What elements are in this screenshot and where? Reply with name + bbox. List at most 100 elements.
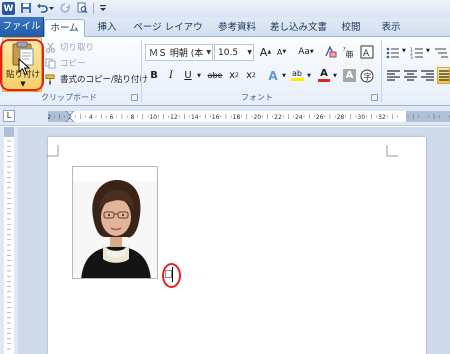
ruler-number: 8	[130, 114, 134, 121]
font-size-combo[interactable]: 10.5 ▼	[214, 44, 254, 61]
copy-icon	[45, 58, 56, 68]
tab-insert[interactable]: 挿入	[93, 19, 121, 37]
copy-button[interactable]: コピー	[45, 56, 86, 70]
chevron-down-icon: ▼	[206, 49, 211, 56]
underline-button[interactable]: U	[181, 68, 195, 83]
font-color-dropdown-icon[interactable]: ▼	[331, 68, 339, 83]
font-color-button[interactable]: A	[317, 68, 331, 83]
tab-page-layout[interactable]: ページ レイアウト	[129, 19, 207, 50]
tab-file[interactable]: ファイル	[0, 17, 44, 37]
customize-dropdown-icon[interactable]	[97, 2, 109, 14]
ruler-number: 20	[253, 114, 261, 121]
multilevel-list-icon[interactable]	[434, 46, 449, 60]
format-painter-icon	[45, 74, 55, 84]
highlight-color-swatch	[290, 78, 304, 81]
toolbar-separator	[93, 3, 94, 14]
change-case-button[interactable]: Aa ▼	[296, 44, 316, 60]
ruler-number: 12	[170, 114, 178, 121]
italic-button[interactable]: I	[164, 68, 178, 83]
cut-label: 切り取り	[60, 43, 95, 53]
save-icon[interactable]	[20, 2, 32, 14]
enclose-characters-icon[interactable]: A	[359, 44, 375, 60]
group-divider	[381, 40, 382, 102]
align-center-icon[interactable]	[403, 69, 418, 83]
superscript-button[interactable]: x2	[244, 68, 258, 83]
ruler-number: 32	[378, 114, 386, 121]
svg-text:字: 字	[364, 71, 372, 81]
change-case-label: Aa	[298, 47, 310, 57]
grow-font-label: A	[259, 45, 268, 59]
ruler-number: 14	[191, 114, 199, 121]
character-shading-button[interactable]: A	[343, 69, 356, 82]
clipboard-launcher-icon[interactable]	[131, 94, 138, 101]
print-preview-icon[interactable]	[76, 2, 88, 14]
chevron-down-icon: ▼	[309, 49, 314, 55]
highlight-button[interactable]: ab	[289, 68, 305, 83]
chevron-down-icon: ▼	[247, 49, 252, 56]
align-left-icon[interactable]	[386, 69, 401, 83]
ruler-number: 26	[316, 114, 324, 121]
font-group-label: フォント	[241, 93, 273, 102]
scissors-icon	[45, 42, 56, 53]
word-app-icon[interactable]: W	[2, 2, 15, 15]
svg-text:A: A	[363, 49, 370, 59]
underline-dropdown-icon[interactable]: ▼	[195, 68, 203, 83]
numbering-dropdown-icon[interactable]: ▼	[426, 48, 430, 54]
svg-text:亜: 亜	[345, 50, 354, 58]
text-caret	[172, 267, 173, 282]
ruler-number: 28	[337, 114, 345, 121]
undo-dropdown-icon[interactable]	[48, 2, 55, 14]
highlight-label: ab	[292, 69, 302, 78]
bullets-icon[interactable]	[386, 46, 401, 60]
align-right-icon[interactable]	[420, 69, 435, 83]
font-name-combo[interactable]: ＭＳ 明朝 (本 ▼	[145, 44, 213, 61]
ruler-number: 30	[357, 114, 365, 121]
bullets-dropdown-icon[interactable]: ▼	[402, 48, 406, 54]
text-effects-button[interactable]: A	[266, 68, 280, 83]
ruler-number: 16	[212, 114, 220, 121]
ruler-number: 6	[110, 114, 114, 121]
highlight-dropdown-icon[interactable]: ▼	[305, 68, 313, 83]
numbering-icon[interactable]: 123	[410, 46, 425, 60]
grow-font-button[interactable]: A ▲	[259, 44, 272, 60]
redo-icon[interactable]	[59, 2, 71, 14]
paragraph-mark-icon	[165, 270, 172, 278]
cut-button[interactable]: 切り取り	[45, 40, 94, 54]
strikethrough-button[interactable]: abe	[205, 68, 225, 83]
character-border-icon[interactable]: 字	[360, 68, 374, 83]
ruler-number: 2	[48, 114, 51, 121]
tab-home[interactable]: ホーム	[44, 19, 85, 37]
document-page[interactable]	[47, 137, 426, 354]
subscript-button[interactable]: x2	[227, 68, 241, 83]
tab-review[interactable]: 校閲	[338, 19, 364, 37]
vertical-ruler[interactable]	[0, 127, 18, 354]
clipboard-group-label: クリップボード	[41, 93, 97, 102]
bold-button[interactable]: B	[147, 68, 161, 83]
tab-selector-icon[interactable]: L	[3, 110, 15, 122]
tab-references[interactable]: 参考資料	[214, 19, 260, 37]
quick-access-toolbar: W	[0, 0, 450, 17]
clear-formatting-icon[interactable]	[323, 44, 338, 60]
horizontal-ruler[interactable]: 2 2 4 6 8 10 12 14 16 18 20 22 24 26 28 30 32	[48, 111, 450, 122]
ruler-number: 22	[274, 114, 282, 121]
undo-icon[interactable]	[36, 2, 48, 14]
text-effects-dropdown-icon[interactable]: ▼	[280, 68, 288, 83]
shrink-font-button[interactable]: A ▼	[275, 44, 288, 60]
font-name-value: ＭＳ 明朝 (本	[149, 49, 204, 59]
group-divider	[141, 40, 142, 102]
justify-icon	[439, 70, 449, 81]
ribbon-home: 貼り付け ▼ 切り取り コピー 書式のコピー/貼り付け クリップボード ＭＳ 明…	[0, 37, 450, 106]
ruler-number: 18	[233, 114, 241, 121]
format-painter-button[interactable]: 書式のコピー/貼り付け	[45, 72, 148, 86]
copy-label: コピー	[60, 59, 86, 69]
phonetic-guide-icon[interactable]: ｱ亜	[342, 44, 357, 60]
ruler-number: 24	[295, 114, 303, 121]
inserted-photo[interactable]	[72, 166, 158, 279]
justify-button[interactable]	[437, 67, 450, 84]
font-launcher-icon[interactable]	[371, 94, 378, 101]
paste-highlight-ring	[0, 39, 44, 91]
tab-view[interactable]: 表示	[377, 19, 405, 37]
ruler-number: 10	[149, 114, 157, 121]
font-color-label: A	[320, 68, 328, 79]
tab-mailings[interactable]: 差し込み文書	[268, 19, 329, 37]
